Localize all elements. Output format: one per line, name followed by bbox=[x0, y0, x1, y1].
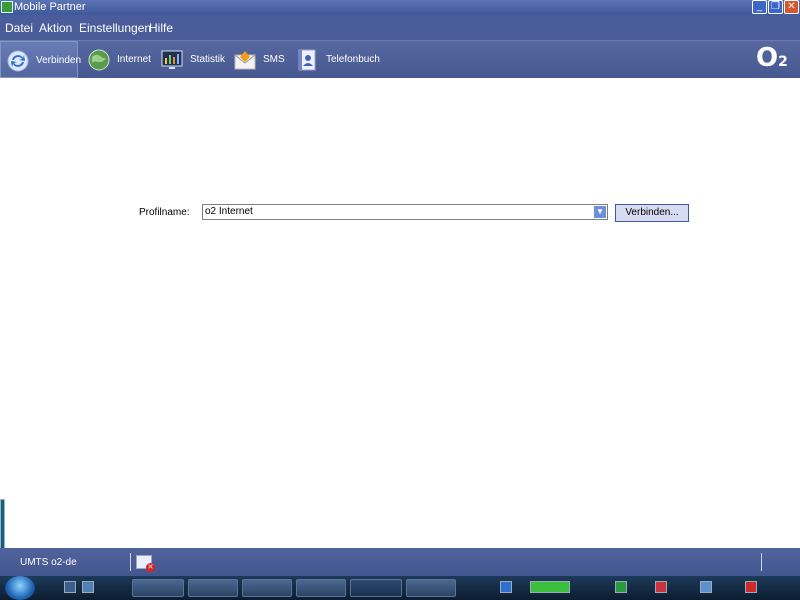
taskbar bbox=[0, 576, 800, 600]
toolbar: Verbinden Internet Statistik SMS Telefon… bbox=[0, 40, 800, 78]
globe-icon bbox=[88, 49, 110, 71]
toolbar-verbinden-label: Verbinden bbox=[36, 55, 82, 66]
toolbar-sms-label: SMS bbox=[263, 54, 285, 65]
toolbar-internet-label: Internet bbox=[117, 54, 151, 65]
disconnected-icon bbox=[136, 555, 155, 572]
toolbar-sms[interactable]: SMS bbox=[230, 41, 290, 78]
desktop-edge bbox=[0, 499, 5, 551]
profile-name-label: Profilname: bbox=[139, 207, 190, 218]
status-separator bbox=[761, 553, 762, 571]
quicklaunch-icon[interactable] bbox=[64, 581, 76, 593]
app-icon bbox=[1, 1, 13, 13]
taskbar-item[interactable] bbox=[296, 579, 346, 597]
start-button[interactable] bbox=[5, 576, 35, 600]
taskbar-item[interactable] bbox=[242, 579, 292, 597]
menu-aktion[interactable]: Aktion bbox=[39, 21, 72, 35]
tray-icon[interactable] bbox=[655, 581, 667, 593]
status-separator bbox=[130, 553, 131, 571]
profile-select[interactable]: o2 Internet ▼ bbox=[202, 204, 608, 220]
tray-icon[interactable] bbox=[615, 581, 627, 593]
menu-einstellungen[interactable]: Einstellungen bbox=[79, 21, 151, 35]
o2-logo: O2 bbox=[756, 43, 788, 73]
toolbar-statistik[interactable]: Statistik bbox=[156, 41, 228, 78]
taskbar-item[interactable] bbox=[132, 579, 184, 597]
toolbar-verbinden[interactable]: Verbinden bbox=[0, 41, 82, 78]
sms-icon bbox=[234, 51, 256, 70]
tray-icon[interactable] bbox=[745, 581, 757, 593]
statistics-icon bbox=[161, 50, 183, 69]
connect-icon bbox=[7, 50, 29, 72]
menu-bar: Datei Aktion Einstellungen Hilfe bbox=[0, 15, 800, 40]
taskbar-item[interactable] bbox=[406, 579, 456, 597]
connect-button[interactable]: Verbinden... bbox=[615, 204, 689, 222]
chevron-down-icon[interactable]: ▼ bbox=[594, 206, 606, 218]
help-icon[interactable] bbox=[500, 581, 512, 593]
phonebook-icon bbox=[298, 49, 316, 71]
toolbar-internet[interactable]: Internet bbox=[82, 41, 154, 78]
title-bar: Mobile Partner _ ❐ ✕ bbox=[0, 0, 800, 15]
taskbar-item[interactable] bbox=[188, 579, 238, 597]
battery-icon bbox=[530, 581, 570, 593]
status-bar: UMTS o2-de bbox=[0, 548, 800, 576]
logo-letter: O bbox=[756, 43, 779, 73]
menu-hilfe[interactable]: Hilfe bbox=[149, 21, 173, 35]
toolbar-statistik-label: Statistik bbox=[190, 54, 226, 65]
minimize-button[interactable]: _ bbox=[752, 0, 767, 14]
close-button[interactable]: ✕ bbox=[784, 0, 799, 14]
logo-subscript: 2 bbox=[778, 54, 788, 70]
toolbar-telefonbuch-label: Telefonbuch bbox=[326, 54, 380, 65]
maximize-button[interactable]: ❐ bbox=[768, 0, 783, 14]
network-status: UMTS o2-de bbox=[20, 557, 77, 568]
tray-icon[interactable] bbox=[700, 581, 712, 593]
toolbar-telefonbuch[interactable]: Telefonbuch bbox=[292, 41, 382, 78]
main-panel: Profilname: o2 Internet ▼ Verbinden... bbox=[0, 78, 800, 548]
profile-select-value: o2 Internet bbox=[205, 206, 253, 217]
window-title: Mobile Partner bbox=[14, 1, 86, 13]
menu-datei[interactable]: Datei bbox=[5, 21, 33, 35]
taskbar-item-active[interactable] bbox=[350, 579, 402, 597]
quicklaunch-icon[interactable] bbox=[82, 581, 94, 593]
